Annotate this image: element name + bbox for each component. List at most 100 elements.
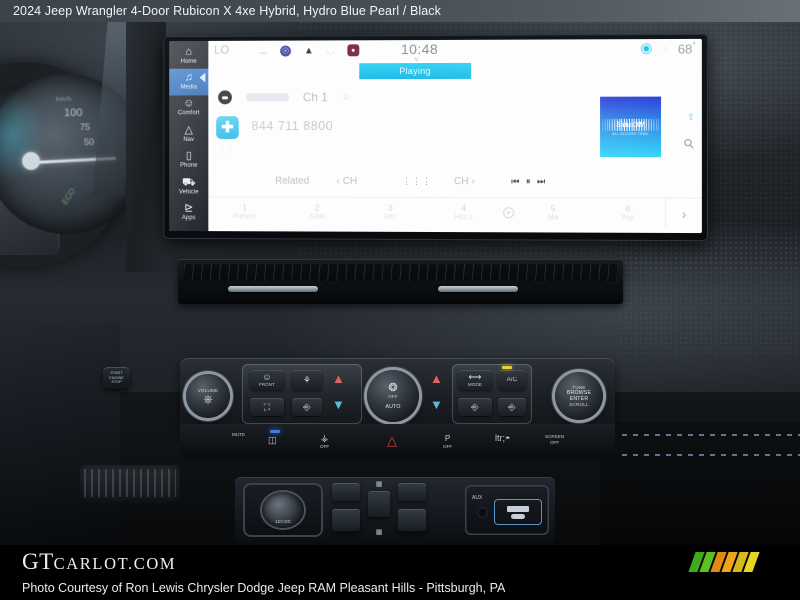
usb-a-port[interactable] [511,513,525,519]
equalizer-icon[interactable]: ⋮⋮ [218,146,234,155]
vent-chrome-right[interactable] [438,286,518,292]
window-switch-front-right[interactable] [398,483,426,501]
keypad-icon[interactable]: ⋮⋮⋮ [402,176,432,186]
window-switch-rear-right[interactable] [398,509,426,531]
front-defrost-icon: ☺ [262,372,272,382]
passenger-seat-heat-button[interactable]: ⎆ [458,398,492,416]
ac-indicator-led [502,366,512,369]
infotainment-bezel: ⌂ Home ♫ Media ☺ Comfort △ Nav ▯ Phone ⛟… [163,33,709,242]
photo-title-bar: 2024 Jeep Wrangler 4-Door Rubicon X 4xe … [0,0,800,22]
upload-icon[interactable]: ⇧ [687,112,695,123]
engine-start-stop-button[interactable]: START ENGINE STOP [103,367,130,389]
search-icon[interactable]: ⚲ [681,135,699,153]
park-assist-button[interactable]: P OFF [443,434,452,449]
left-temperature: LO [214,44,230,57]
sidebar-label-vehicle: Vehicle [178,189,199,196]
gtcarlot-logo: GTCARLOT.COM [22,549,176,575]
temp-down-right-button[interactable]: ▼ [430,398,443,411]
wifi-icon: ◡ [326,44,335,55]
volume-label: VOLUME [197,387,219,393]
comfort-icon: ☺ [183,97,195,110]
temp-up-left-button[interactable]: ▲ [332,372,345,385]
tune-browse-enter-knob[interactable]: TUNE BROWSE ENTER SCROLL [555,372,603,420]
driver-seat-heat-button[interactable]: ⎆ [292,398,322,416]
door-lock-icon[interactable]: ▦ [370,479,388,489]
dash-stitching-lower [622,454,800,456]
vent-chrome-left[interactable] [228,286,318,292]
preset-item-5[interactable]: 5 Mix [516,203,590,222]
scroll-label: SCROLL [569,402,589,407]
windshield-deicer-button[interactable]: ◫ [268,436,277,445]
preset-item-2[interactable]: 2 SXM [281,202,354,221]
rear-defrost-icon: ⛶ [263,401,271,412]
hazard-button[interactable]: △ [387,434,397,447]
previous-channel-button[interactable]: ‹ CH [336,175,357,186]
mode-button[interactable]: ⟷ MODE [458,370,492,390]
transport-controls[interactable]: ⏮ ⏸ ⏭ [511,176,547,187]
sidebar-item-nav[interactable]: △ Nav [169,121,208,147]
sidebar-item-home[interactable]: ⌂ Home [169,43,208,69]
next-channel-button[interactable]: CH › [454,176,475,187]
notification-bell-icon: ▲ [303,44,314,56]
preset-item-3[interactable]: 3 Hits [354,202,427,221]
preset-item-6[interactable]: 6 Pop [590,203,665,222]
sidebar-item-apps[interactable]: ⊵ Apps [169,200,208,226]
auto-label: AUTO [385,403,401,410]
usb-c-port[interactable] [507,505,529,512]
center-air-vents [178,259,623,304]
more-presets-button[interactable]: › [665,198,702,229]
tune-label: TUNE [572,385,586,390]
fan-auto-knob[interactable]: ❂ OFF AUTO [367,370,419,422]
sidebar-item-phone[interactable]: ▯ Phone [169,147,208,173]
sxm-plus-badge: ✚ [216,116,239,139]
phone-icon: ▯ [185,150,192,162]
traction-control-button[interactable]: ⚶ OFF [320,434,329,450]
window-lock-switch[interactable] [368,491,390,517]
add-preset-button[interactable]: + [502,207,514,219]
steering-wheel-heat-button[interactable]: ⎆ [498,398,526,416]
window-switch-rear-left[interactable] [332,509,360,531]
front-defrost-button[interactable]: ☺ FRONT [250,370,284,390]
photo-credit: Photo Courtesy of Ron Lewis Chrysler Dod… [22,581,506,595]
temp-up-right-button[interactable]: ▲ [430,372,443,385]
sidebar-item-vehicle[interactable]: ⛟ Vehicle [169,174,208,200]
preset-item-1[interactable]: 1 Presets [208,202,280,221]
speedometer-hub [22,152,40,170]
outlet-label: 12V DC [274,519,292,524]
music-icon: ♫ [184,71,193,84]
disc-icon [218,90,232,105]
aux-jack[interactable] [477,507,488,518]
volume-power-knob[interactable]: VOLUME ⎈ [186,374,230,418]
nav-icon: △ [184,123,193,136]
dash-texture-right [620,237,800,357]
usb-port-group[interactable] [494,499,542,525]
sidebar-label-home: Home [180,58,197,65]
uconnect-screen[interactable]: ⌂ Home ♫ Media ☺ Comfort △ Nav ▯ Phone ⛟… [169,38,702,234]
mute-button[interactable]: MUTE [232,432,245,437]
apps-icon: ⊵ [184,202,194,215]
hazard-triangle-icon: △ [387,433,397,448]
star-icon[interactable]: ☆ [342,92,351,103]
logo-carlot: CARLOT.COM [53,554,177,573]
screen-off-button[interactable]: SCREEN OFF [545,434,564,445]
power-outlet-12v[interactable]: 12V DC [243,483,323,537]
preset-item-4[interactable]: 4 Hits 1 [427,203,501,221]
status-icon-group: ⚊ ☉ ▲ ◡ ● [259,44,360,57]
sidebar-expand-arrow-icon[interactable] [199,72,206,83]
ac-button[interactable]: A/C [498,370,526,390]
sidebar-item-comfort[interactable]: ☺ Comfort [169,95,208,121]
climate-indicator-icon [641,43,653,55]
logo-gt: GT [22,549,54,574]
related-button[interactable]: Related [275,175,309,186]
recirculation-button[interactable]: ⚘ [292,370,322,390]
uconnect-sidebar[interactable]: ⌂ Home ♫ Media ☺ Comfort △ Nav ▯ Phone ⛟… [169,40,209,232]
camera-button[interactable]: ltr;◓ [495,434,510,443]
window-switch-front-left[interactable] [332,483,360,501]
rear-defrost-button[interactable]: ⛶ [250,398,284,416]
vehicle-interior-photo: km/h 100 75 50 ECO START ENGINE STOP ⋯ ⌂… [0,22,800,545]
channel-label: Ch 1 [302,90,328,105]
link-icon: ⚊ [259,45,268,56]
logo-stripes [688,552,790,572]
temp-down-left-button[interactable]: ▼ [332,398,345,411]
door-unlock-icon[interactable]: ▦ [370,527,388,537]
